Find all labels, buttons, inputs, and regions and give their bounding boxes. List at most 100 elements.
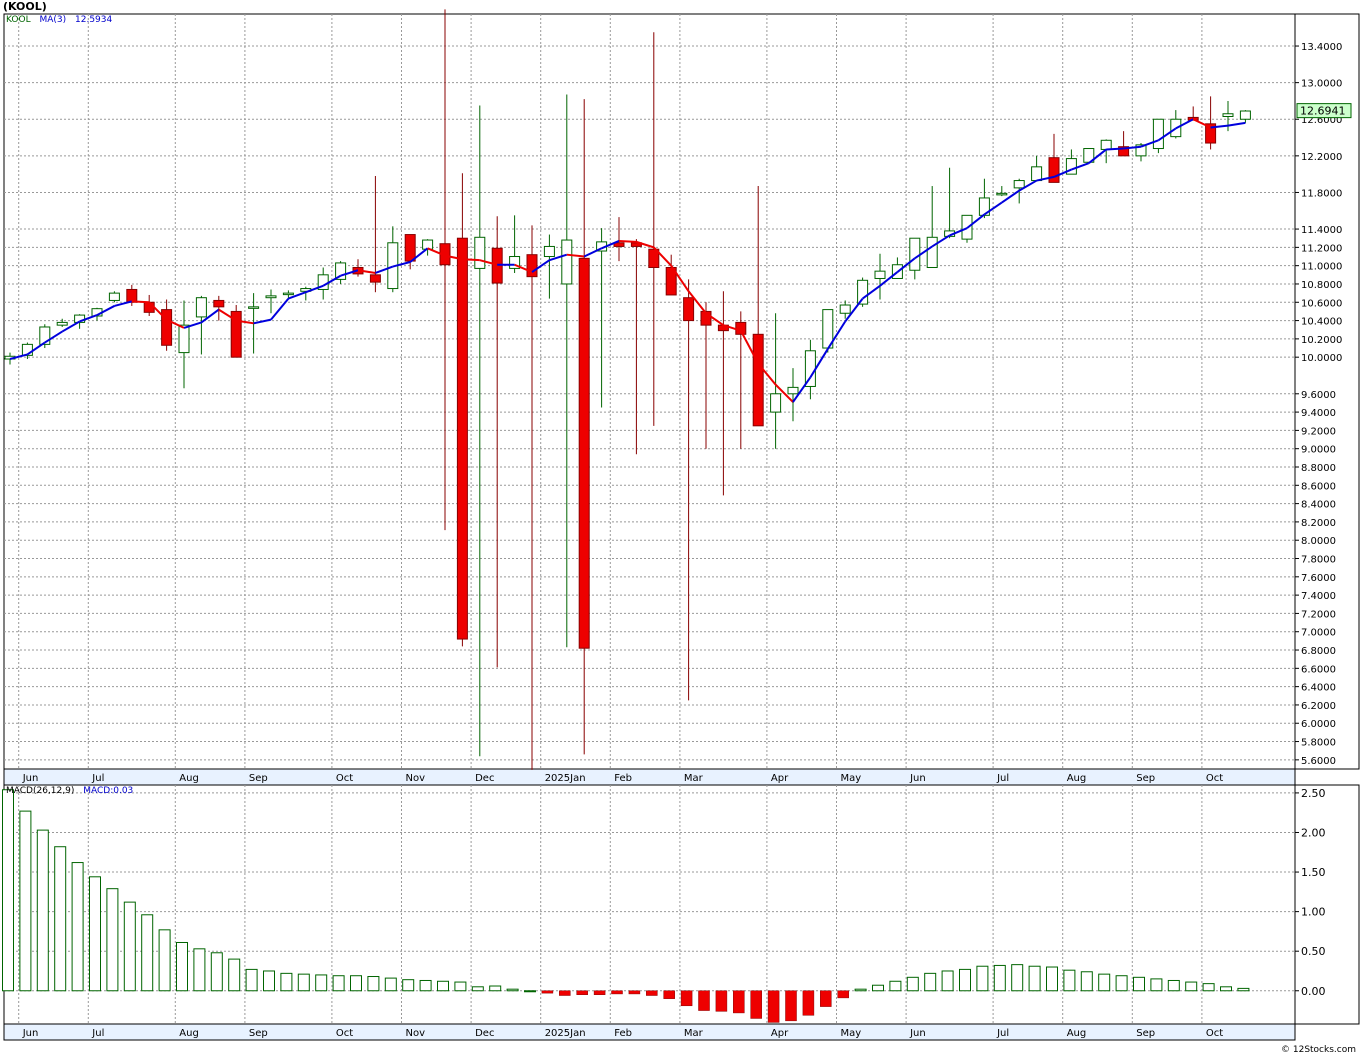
macd-bar xyxy=(141,914,154,992)
macd-bar xyxy=(698,990,710,1011)
price-y-tick-label: 7.6000 xyxy=(1301,573,1336,584)
macd-bar xyxy=(384,977,397,992)
price-y-tick-label: 9.0000 xyxy=(1301,445,1336,456)
price-month-label: Aug xyxy=(1067,773,1087,784)
candle-body xyxy=(1152,118,1164,150)
candle-body xyxy=(839,304,851,314)
macd-bar xyxy=(524,990,536,993)
candle-body xyxy=(265,295,277,299)
macd-month-label: Jul xyxy=(91,1028,104,1039)
macd-legend: MACD(26,12,9) MACD:0.03 xyxy=(6,786,133,796)
ma-line-segment xyxy=(618,239,637,243)
price-y-tick-label: 10.6000 xyxy=(1301,298,1342,309)
ma-line-segment xyxy=(1106,147,1124,151)
price-y-tick-label: 12.2000 xyxy=(1301,152,1342,163)
credit-text: © 12Stocks.com xyxy=(1281,1045,1356,1055)
macd-bar xyxy=(872,984,884,992)
candle-body xyxy=(213,299,225,308)
price-panel-frame xyxy=(3,13,1296,770)
price-month-label: Oct xyxy=(1206,773,1223,784)
macd-month-label: 2025Jan xyxy=(545,1028,586,1039)
candle-body xyxy=(874,270,886,279)
macd-bar xyxy=(123,901,136,992)
price-y-tick-label: 7.8000 xyxy=(1301,555,1336,566)
macd-month-label: Apr xyxy=(771,1028,789,1039)
price-y-tick-label: 10.0000 xyxy=(1301,353,1342,364)
macd-bar xyxy=(1063,969,1076,992)
price-month-label: Jul xyxy=(996,773,1009,784)
price-month-label: Sep xyxy=(1136,773,1155,784)
macd-y-tick-label: 2.00 xyxy=(1301,826,1326,839)
price-y-tick-label: 6.6000 xyxy=(1301,664,1336,675)
price-month-label: Sep xyxy=(249,773,268,784)
macd-bar xyxy=(106,888,119,992)
macd-bar xyxy=(559,990,571,996)
macd-bar xyxy=(454,981,467,992)
macd-month-label: Jun xyxy=(909,1028,926,1039)
macd-bar xyxy=(2,789,14,992)
candle-body xyxy=(1222,113,1234,117)
macd-month-label: Aug xyxy=(179,1028,199,1039)
price-y-tick-label: 6.8000 xyxy=(1301,646,1336,657)
macd-bar xyxy=(993,964,1006,992)
macd-y-tick-label: 1.00 xyxy=(1301,906,1326,919)
macd-bar xyxy=(245,968,258,992)
price-month-label: May xyxy=(841,773,862,784)
macd-month-label: Aug xyxy=(1067,1028,1087,1039)
macd-month-label: Sep xyxy=(249,1028,268,1039)
price-y-tick-label: 5.8000 xyxy=(1301,738,1336,749)
price-month-label: Dec xyxy=(475,773,494,784)
macd-bar xyxy=(350,975,362,992)
macd-bar xyxy=(611,990,623,995)
price-month-label: Apr xyxy=(771,773,789,784)
price-y-tick-label: 10.4000 xyxy=(1301,317,1342,328)
price-y-tick-label: 6.0000 xyxy=(1301,719,1336,730)
candle-body xyxy=(578,257,590,649)
macd-month-label: Feb xyxy=(614,1028,632,1039)
candle-body xyxy=(178,324,190,354)
price-y-tick-label: 7.0000 xyxy=(1301,628,1336,639)
candle-body xyxy=(195,297,207,318)
macd-bar xyxy=(646,990,658,996)
macd-bar xyxy=(1080,971,1093,992)
macd-bar xyxy=(906,976,919,992)
macd-bar xyxy=(315,974,328,992)
candle-body xyxy=(369,274,381,283)
macd-bar xyxy=(1133,976,1145,992)
macd-bar xyxy=(280,972,293,992)
candle-body xyxy=(1013,180,1025,189)
macd-bar xyxy=(489,985,502,992)
macd-legend-value: MACD:0.03 xyxy=(83,786,134,796)
price-y-tick-label: 10.2000 xyxy=(1301,335,1342,346)
price-y-tick-label: 13.0000 xyxy=(1301,79,1342,90)
candle-body xyxy=(126,288,138,303)
candle-body xyxy=(543,245,555,258)
candle-body xyxy=(752,333,764,427)
macd-bar xyxy=(1098,973,1111,992)
macd-month-label: Jun xyxy=(22,1028,39,1039)
candle-body xyxy=(1239,110,1251,120)
macd-bar xyxy=(767,990,780,1023)
macd-bar xyxy=(228,958,241,992)
price-month-label: Jul xyxy=(91,773,104,784)
macd-bar xyxy=(820,990,832,1007)
macd-bar xyxy=(1115,975,1128,992)
macd-bar xyxy=(1167,979,1180,992)
price-y-tick-label: 6.4000 xyxy=(1301,683,1336,694)
candle-body xyxy=(1100,139,1112,150)
macd-bar xyxy=(36,829,49,992)
candle-body xyxy=(770,393,782,413)
price-y-tick-label: 11.8000 xyxy=(1301,188,1342,199)
macd-y-tick-label: 2.50 xyxy=(1301,787,1326,800)
price-y-tick-label: 7.4000 xyxy=(1301,591,1336,602)
price-month-label: Mar xyxy=(684,773,704,784)
macd-bar xyxy=(297,973,310,992)
price-y-tick-label: 8.6000 xyxy=(1301,481,1336,492)
macd-month-label: Sep xyxy=(1136,1028,1155,1039)
macd-bar xyxy=(193,948,206,992)
macd-bar xyxy=(1185,981,1198,992)
price-y-tick-label: 6.2000 xyxy=(1301,701,1336,712)
macd-bar xyxy=(837,990,849,999)
macd-bar xyxy=(715,990,728,1012)
candle-body xyxy=(996,192,1008,196)
